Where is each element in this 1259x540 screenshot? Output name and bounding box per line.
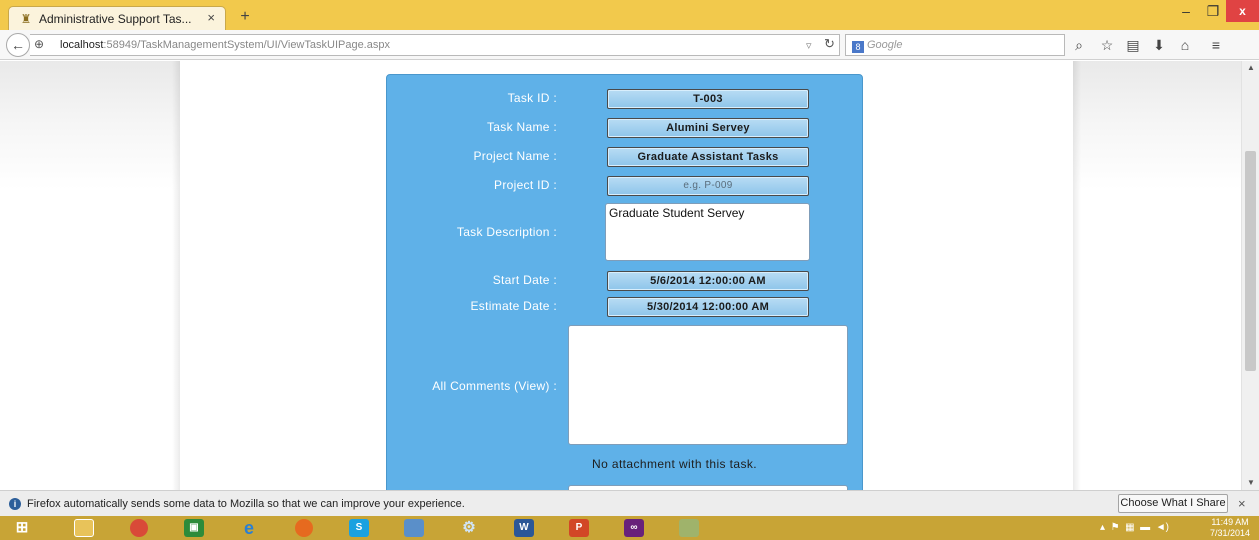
taskbar-settings[interactable]: ⚙ bbox=[449, 517, 489, 539]
taskbar: ⊞ ▣ e S ⚙ W P ∞ ▴ ⚑ ▦ ▬ ◄) 11:49 AM 7/31… bbox=[0, 516, 1259, 540]
site-identity-icon[interactable]: ⊕ bbox=[34, 37, 44, 51]
start-button[interactable]: ⊞ bbox=[2, 517, 42, 539]
bookmarks-list-icon[interactable]: ▤ bbox=[1122, 36, 1144, 54]
browser-tab[interactable]: ♜ Administrative Support Tas... × bbox=[8, 6, 226, 30]
url-bar[interactable]: localhost:58949/TaskManagementSystem/UI/… bbox=[30, 34, 840, 56]
close-tab-icon[interactable]: × bbox=[207, 10, 215, 25]
bookmark-star-icon[interactable]: ☆ bbox=[1096, 36, 1118, 54]
reload-icon[interactable]: ↻ bbox=[824, 36, 835, 52]
powerpoint-icon: P bbox=[569, 519, 589, 537]
menu-icon[interactable]: ≡ bbox=[1205, 36, 1227, 54]
clock[interactable]: 11:49 AM 7/31/2014 bbox=[1205, 517, 1255, 539]
notification-bar: i Firefox automatically sends some data … bbox=[0, 490, 1259, 516]
taskbar-paint[interactable] bbox=[669, 517, 709, 539]
taskbar-store[interactable]: ▣ bbox=[174, 517, 214, 539]
internet-explorer-icon: e bbox=[243, 518, 254, 538]
estimate-date-label: Estimate Date : bbox=[470, 299, 557, 313]
vertical-scrollbar[interactable]: ▲ ▼ bbox=[1241, 61, 1259, 490]
taskbar-chrome[interactable] bbox=[119, 517, 159, 539]
minimize-button[interactable]: – bbox=[1172, 0, 1200, 22]
tray-battery-icon[interactable]: ▬ bbox=[1140, 522, 1150, 533]
search-input[interactable]: 8 Google bbox=[845, 34, 1065, 56]
left-margin-shade bbox=[0, 61, 180, 490]
right-margin-shade bbox=[1073, 61, 1241, 490]
page-favicon-icon: ♜ bbox=[20, 11, 32, 26]
task-details-panel: Task ID : T-003 Task Name : Alumini Serv… bbox=[386, 74, 863, 490]
paint-icon bbox=[679, 519, 699, 537]
close-notification-icon[interactable]: × bbox=[1238, 496, 1246, 511]
project-name-label: Project Name : bbox=[473, 149, 557, 163]
tray-volume-icon[interactable]: ◄) bbox=[1156, 522, 1169, 533]
project-id-field[interactable]: e.g. P-009 bbox=[607, 176, 809, 196]
all-comments-label: All Comments (View) : bbox=[432, 379, 557, 393]
tray-expand-icon[interactable]: ▴ bbox=[1100, 522, 1105, 533]
attachment-note: No attachment with this task. bbox=[592, 457, 757, 471]
home-icon[interactable]: ⌂ bbox=[1174, 36, 1196, 54]
taskbar-visual-studio[interactable]: ∞ bbox=[614, 517, 654, 539]
task-description-label: Task Description : bbox=[456, 225, 557, 239]
remote-desktop-icon bbox=[404, 519, 424, 537]
chrome-icon bbox=[130, 519, 148, 537]
taskbar-remote-desktop[interactable] bbox=[394, 517, 434, 539]
word-icon: W bbox=[514, 519, 534, 537]
back-arrow-icon: ← bbox=[11, 37, 25, 53]
task-id-field[interactable]: T-003 bbox=[607, 89, 809, 109]
skype-icon: S bbox=[349, 519, 369, 537]
scroll-down-icon[interactable]: ▼ bbox=[1242, 476, 1259, 490]
task-description-textarea[interactable]: Graduate Student Servey bbox=[605, 203, 810, 261]
tray-flag-icon[interactable]: ⚑ bbox=[1111, 522, 1120, 533]
taskbar-internet-explorer[interactable]: e bbox=[229, 517, 269, 539]
store-icon: ▣ bbox=[184, 519, 204, 537]
task-name-label: Task Name : bbox=[487, 120, 557, 134]
browser-tab-bar: ♜ Administrative Support Tas... × + – ❐ … bbox=[0, 0, 1259, 30]
system-tray[interactable]: ▴ ⚑ ▦ ▬ ◄) bbox=[1100, 522, 1169, 533]
visual-studio-icon: ∞ bbox=[624, 519, 644, 537]
scrollbar-thumb[interactable] bbox=[1245, 151, 1256, 371]
url-host: localhost bbox=[60, 39, 104, 51]
downloads-icon[interactable]: ⬇ bbox=[1148, 36, 1170, 54]
clock-date: 7/31/2014 bbox=[1209, 528, 1251, 538]
start-date-label: Start Date : bbox=[492, 273, 557, 287]
search-placeholder: Google bbox=[867, 39, 903, 51]
scroll-up-icon[interactable]: ▲ bbox=[1242, 61, 1259, 75]
search-go-icon[interactable]: ⌕ bbox=[1068, 36, 1090, 54]
notification-message: Firefox automatically sends some data to… bbox=[27, 498, 465, 510]
project-name-field[interactable]: Graduate Assistant Tasks bbox=[607, 147, 809, 167]
choose-what-i-share-button[interactable]: Choose What I Share bbox=[1118, 494, 1228, 513]
search-engine-icon: 8 bbox=[852, 41, 864, 53]
folder-icon bbox=[74, 519, 94, 537]
task-id-label: Task ID : bbox=[507, 91, 557, 105]
page-content: Task ID : T-003 Task Name : Alumini Serv… bbox=[0, 61, 1241, 490]
windows-logo-icon: ⊞ bbox=[15, 519, 29, 536]
new-tab-button[interactable]: + bbox=[234, 8, 256, 26]
settings-gear-icon: ⚙ bbox=[462, 519, 476, 536]
navigation-bar: localhost:58949/TaskManagementSystem/UI/… bbox=[0, 30, 1259, 60]
taskbar-firefox[interactable] bbox=[284, 517, 324, 539]
taskbar-skype[interactable]: S bbox=[339, 517, 379, 539]
url-path: :58949/TaskManagementSystem/UI/ViewTaskU… bbox=[103, 39, 390, 51]
back-button[interactable]: ← bbox=[6, 33, 30, 57]
tray-network-icon[interactable]: ▦ bbox=[1125, 522, 1134, 533]
start-date-field[interactable]: 5/6/2014 12:00:00 AM bbox=[607, 271, 809, 291]
task-name-field[interactable]: Alumini Servey bbox=[607, 118, 809, 138]
taskbar-word[interactable]: W bbox=[504, 517, 544, 539]
restore-button[interactable]: ❐ bbox=[1199, 0, 1227, 22]
taskbar-powerpoint[interactable]: P bbox=[559, 517, 599, 539]
tab-title: Administrative Support Tas... bbox=[39, 11, 192, 26]
clock-time: 11:49 AM bbox=[1211, 517, 1249, 527]
firefox-icon bbox=[295, 519, 313, 537]
estimate-date-field[interactable]: 5/30/2014 12:00:00 AM bbox=[607, 297, 809, 317]
project-id-label: Project ID : bbox=[494, 178, 557, 192]
taskbar-file-explorer[interactable] bbox=[64, 517, 104, 539]
close-window-button[interactable]: x bbox=[1226, 0, 1259, 22]
url-dropdown-icon[interactable]: ▿ bbox=[806, 39, 812, 52]
all-comments-textarea[interactable] bbox=[568, 325, 848, 445]
info-icon: i bbox=[9, 498, 21, 510]
